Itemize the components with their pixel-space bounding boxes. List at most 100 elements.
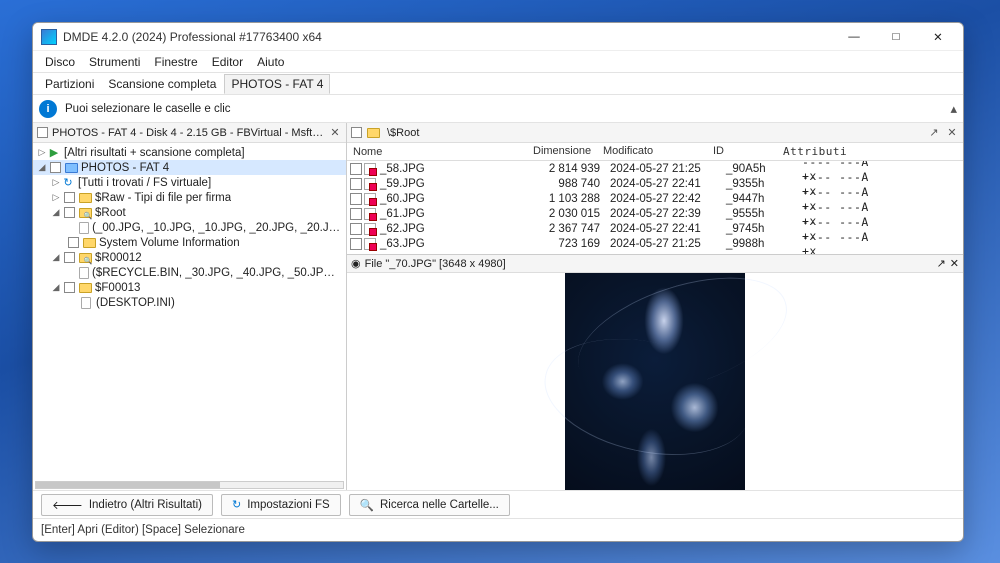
tree-item-tutti[interactable]: ▷ ↻ [Tutti i trovati / FS virtuale] [33, 175, 346, 190]
file-icon [79, 267, 89, 279]
checkbox[interactable] [350, 208, 362, 220]
bottom-toolbar: 🡐 Indietro (Altri Risultati) ↻ Impostazi… [33, 491, 963, 519]
preview-title: File "_70.JPG" [3648 x 4980] [365, 258, 933, 270]
search-icon: 🔍 [360, 498, 374, 512]
checkbox[interactable] [350, 223, 362, 235]
checkbox[interactable] [64, 252, 75, 263]
close-button[interactable]: ✕ [917, 23, 959, 51]
tree-scrollbar[interactable] [33, 480, 346, 490]
file-size: 1 103 288 [536, 193, 606, 205]
collapse-icon[interactable]: ◢ [51, 252, 61, 263]
jpg-file-icon [364, 193, 376, 205]
tree-close-icon[interactable]: ✕ [328, 126, 342, 139]
window-title: DMDE 4.2.0 (2024) Professional #17763400… [63, 30, 833, 44]
col-attr[interactable]: Attributi [777, 143, 877, 160]
close-icon[interactable]: ✕ [945, 126, 959, 139]
refresh-icon: ↻ [61, 177, 75, 189]
close-icon[interactable]: ✕ [950, 257, 959, 270]
expand-icon[interactable]: ▷ [51, 177, 61, 188]
tree-item-r00012-files[interactable]: ($RECYCLE.BIN, _30.JPG, _40.JPG, _50.JPG… [33, 265, 346, 280]
tab-partizioni[interactable]: Partizioni [39, 75, 100, 93]
file-panel-header: \$Root ↗ ✕ [347, 123, 963, 143]
expand-icon[interactable]: ▷ [51, 192, 61, 203]
checkbox[interactable] [350, 193, 362, 205]
file-name: _62.JPG [376, 223, 536, 235]
filelist-checkbox[interactable] [351, 127, 362, 138]
file-modified: 2024-05-27 22:39 [606, 208, 716, 220]
collapse-icon[interactable]: ◢ [51, 282, 61, 293]
collapse-icon[interactable]: ◢ [37, 162, 47, 173]
col-mod[interactable]: Modificato [597, 143, 707, 160]
tree-item-desktop-ini[interactable]: (DESKTOP.INI) [33, 295, 346, 310]
tree-item-root-files[interactable]: (_00.JPG, _10.JPG, _10.JPG, _20.JPG, _20… [33, 220, 346, 235]
file-list[interactable]: _58.JPG2 814 9392024-05-27 21:25_90A5h--… [347, 161, 963, 254]
file-id: _9745h [716, 223, 786, 235]
col-size[interactable]: Dimensione [527, 143, 597, 160]
workarea: PHOTOS - FAT 4 - Disk 4 - 2.15 GB - FBVi… [33, 123, 963, 491]
checkbox[interactable] [350, 238, 362, 250]
menu-aiuto[interactable]: Aiuto [251, 53, 290, 71]
tree-item-root[interactable]: ◢ $Root [33, 205, 346, 220]
back-button[interactable]: 🡐 Indietro (Altri Risultati) [41, 494, 213, 516]
statusbar: [Enter] Apri (Editor) [Space] Selezionar… [33, 519, 963, 541]
play-icon: ▶ [47, 147, 61, 159]
preview-header: ◉ File "_70.JPG" [3648 x 4980] ↗ ✕ [347, 255, 963, 273]
file-id: _9988h [716, 238, 786, 250]
collapse-info-button[interactable]: ▴ [950, 101, 957, 117]
search-folders-button[interactable]: 🔍 Ricerca nelle Cartelle... [349, 494, 510, 516]
tree-item-svi[interactable]: System Volume Information [33, 235, 346, 250]
tree-item-f00013[interactable]: ◢ $F00013 [33, 280, 346, 295]
collapse-icon[interactable]: ◢ [51, 207, 61, 218]
checkbox[interactable] [68, 237, 79, 248]
file-row[interactable]: _63.JPG723 1692024-05-27 21:25_9988h----… [347, 236, 963, 251]
status-text: [Enter] Apri (Editor) [Space] Selezionar… [41, 524, 245, 536]
file-name: _63.JPG [376, 238, 536, 250]
folder-search-icon [78, 252, 92, 264]
app-window: DMDE 4.2.0 (2024) Professional #17763400… [32, 22, 964, 542]
tab-photos[interactable]: PHOTOS - FAT 4 [224, 74, 330, 94]
tab-scansione[interactable]: Scansione completa [102, 75, 222, 93]
checkbox[interactable] [64, 192, 75, 203]
back-arrow-icon: 🡐 [52, 498, 83, 512]
folder-icon [78, 282, 92, 294]
popout-icon[interactable]: ↗ [937, 257, 946, 270]
titlebar: DMDE 4.2.0 (2024) Professional #17763400… [33, 23, 963, 51]
col-name[interactable]: Nome [347, 143, 527, 160]
tree[interactable]: ▷ ▶ [Altri risultati + scansione complet… [33, 143, 346, 480]
fs-settings-button[interactable]: ↻ Impostazioni FS [221, 494, 341, 516]
checkbox[interactable] [64, 207, 75, 218]
tree-item-photos[interactable]: ◢ PHOTOS - FAT 4 [33, 160, 346, 175]
menu-disco[interactable]: Disco [39, 53, 81, 71]
file-icon [79, 297, 93, 309]
popout-icon[interactable]: ↗ [927, 126, 941, 139]
checkbox[interactable] [64, 282, 75, 293]
file-id: _9355h [716, 178, 786, 190]
file-modified: 2024-05-27 21:25 [606, 163, 716, 175]
checkbox[interactable] [350, 163, 362, 175]
folder-search-icon [78, 207, 92, 219]
folder-icon [78, 192, 92, 204]
tree-root-checkbox[interactable] [37, 127, 48, 138]
tree-panel: PHOTOS - FAT 4 - Disk 4 - 2.15 GB - FBVi… [33, 123, 347, 490]
menu-editor[interactable]: Editor [206, 53, 249, 71]
tree-item-r00012[interactable]: ◢ $R00012 [33, 250, 346, 265]
jpg-file-icon [364, 208, 376, 220]
col-id[interactable]: ID [707, 143, 777, 160]
file-name: _58.JPG [376, 163, 536, 175]
minimize-button[interactable]: — [833, 23, 875, 51]
preview-body [347, 273, 963, 490]
checkbox[interactable] [50, 162, 61, 173]
app-icon [41, 29, 57, 45]
file-name: _61.JPG [376, 208, 536, 220]
infobar: i Puoi selezionare le caselle e clic ▴ [33, 95, 963, 123]
file-id: _9447h [716, 193, 786, 205]
tree-item-altri[interactable]: ▷ ▶ [Altri risultati + scansione complet… [33, 145, 346, 160]
maximize-button[interactable]: □ [875, 23, 917, 51]
checkbox[interactable] [350, 178, 362, 190]
menu-strumenti[interactable]: Strumenti [83, 53, 146, 71]
tree-item-raw[interactable]: ▷ $Raw - Tipi di file per firma [33, 190, 346, 205]
file-modified: 2024-05-27 21:25 [606, 238, 716, 250]
menu-finestre[interactable]: Finestre [148, 53, 203, 71]
expand-icon[interactable]: ▷ [37, 147, 47, 158]
file-size: 2 814 939 [536, 163, 606, 175]
